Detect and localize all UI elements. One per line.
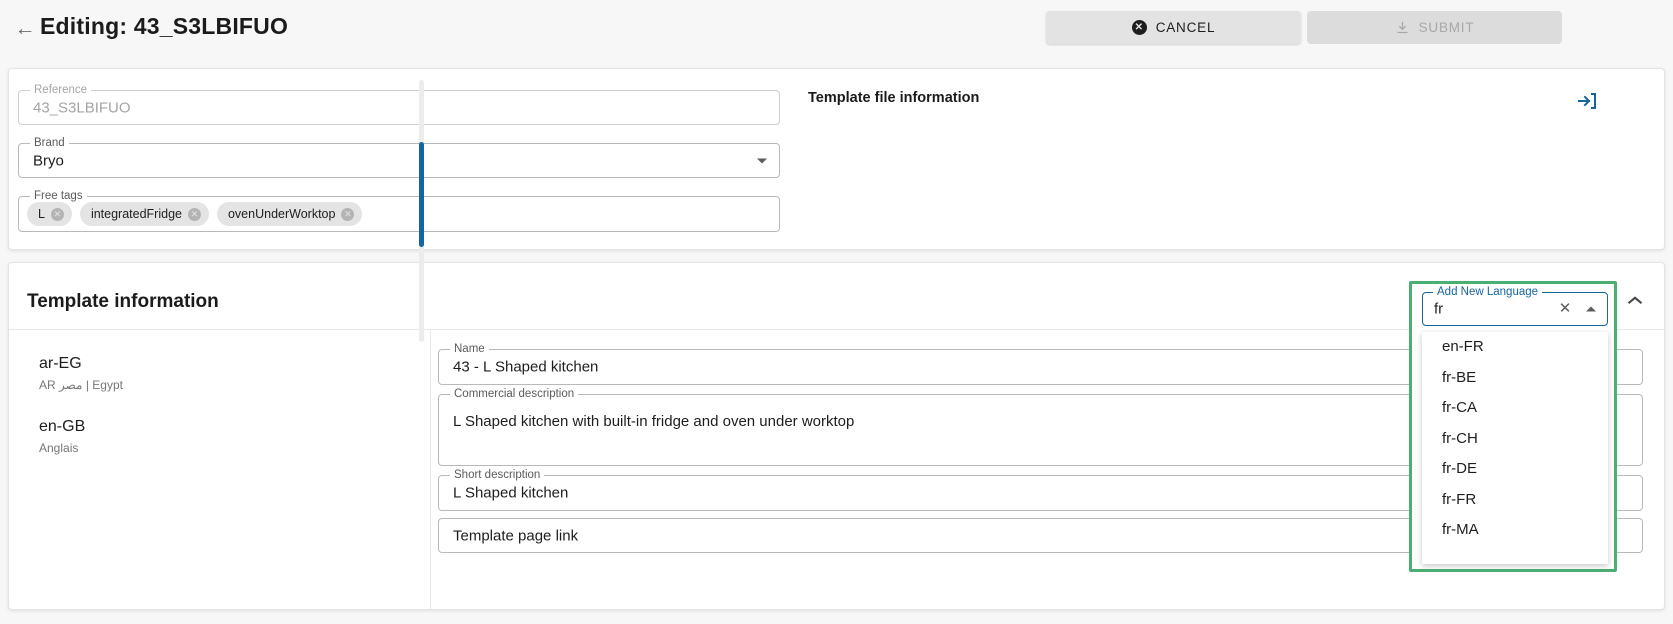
cancel-button-label: CANCEL	[1155, 20, 1216, 35]
commercial-description-label: Commercial description	[450, 388, 579, 400]
name-label: Name	[450, 343, 489, 355]
language-list: ar-EG AR مصر | Egypt en-GB Anglais	[39, 353, 399, 479]
submit-button[interactable]: SUBMIT	[1307, 11, 1562, 44]
back-arrow-icon[interactable]: ←	[14, 18, 36, 40]
cancel-circle-x-icon: ✕	[1131, 20, 1147, 35]
template-file-information-title: Template file information	[808, 90, 980, 106]
short-description-value: L Shaped kitchen	[453, 484, 569, 502]
language-list-item[interactable]: en-GB Anglais	[39, 416, 399, 457]
language-description: Anglais	[39, 441, 79, 455]
add-new-language-input[interactable]: fr	[1434, 301, 1443, 318]
reference-label: Reference	[30, 84, 92, 96]
free-tag-chip-label: ovenUnderWorktop	[227, 207, 336, 221]
language-option[interactable]: fr-FR	[1422, 485, 1608, 516]
chevron-down-icon[interactable]	[757, 158, 767, 163]
template-page-link-value: Template page link	[453, 527, 579, 544]
chevron-up-icon[interactable]	[1586, 306, 1596, 312]
free-tag-chip[interactable]: integratedFridge ✕	[79, 202, 209, 226]
cancel-button[interactable]: ✕ CANCEL	[1046, 11, 1301, 44]
remove-chip-icon[interactable]: ✕	[50, 207, 64, 221]
brand-value: Bryo	[33, 152, 64, 169]
section-title: Template information	[27, 291, 219, 312]
reference-value: 43_S3LBIFUO	[33, 99, 131, 116]
add-new-language-input-wrapper[interactable]: Add New Language fr ✕	[1422, 286, 1608, 326]
short-description-label: Short description	[450, 469, 545, 481]
brand-label: Brand	[30, 137, 69, 149]
language-option[interactable]: fr-MA	[1422, 515, 1608, 546]
reference-field[interactable]: Reference 43_S3LBIFUO	[18, 84, 780, 125]
enter-arrow-icon[interactable]	[1575, 89, 1599, 113]
free-tag-chip[interactable]: ovenUnderWorktop ✕	[216, 202, 363, 226]
submit-button-label: SUBMIT	[1418, 20, 1475, 35]
remove-chip-icon[interactable]: ✕	[341, 207, 355, 221]
language-description: AR مصر | Egypt	[39, 378, 123, 392]
language-option[interactable]: fr-CA	[1422, 393, 1608, 424]
language-list-item[interactable]: ar-EG AR مصر | Egypt	[39, 353, 399, 394]
add-new-language-dropdown[interactable]: Add New Language fr ✕ en-FR fr-BE fr-CA fr-…	[1409, 281, 1617, 572]
free-tag-chip-label: L	[38, 207, 45, 221]
language-option[interactable]: fr-DE	[1422, 454, 1608, 485]
column-divider	[430, 330, 431, 611]
language-option[interactable]: en-FR	[1422, 332, 1608, 363]
free-tags-label: Free tags	[30, 190, 87, 202]
commercial-description-value: L Shaped kitchen with built-in fridge an…	[453, 413, 855, 430]
clear-icon[interactable]: ✕	[1557, 301, 1573, 317]
language-scrollbar-thumb[interactable]	[419, 142, 424, 247]
name-value: 43 - L Shaped kitchen	[453, 358, 599, 376]
remove-chip-icon[interactable]: ✕	[187, 207, 201, 221]
free-tag-chip[interactable]: L ✕	[27, 202, 72, 226]
chevron-up-icon[interactable]	[1622, 288, 1648, 314]
top-bar: ← Editing: 43_S3LBIFUO ✕ CANCEL SUBMIT	[0, 0, 1673, 60]
language-options-panel: en-FR fr-BE fr-CA fr-CH fr-DE fr-FR fr-MA	[1422, 332, 1608, 564]
free-tags-field[interactable]: Free tags L ✕ integratedFridge ✕ ovenUnderWo…	[18, 190, 780, 232]
add-new-language-label: Add New Language	[1433, 286, 1543, 298]
language-option[interactable]: fr-CH	[1422, 424, 1608, 455]
page-title: Editing: 43_S3LBIFUO	[40, 13, 289, 39]
brand-select[interactable]: Brand Bryo	[18, 137, 780, 178]
free-tag-chip-label: integratedFridge	[90, 207, 182, 221]
language-code: ar-EG	[39, 355, 82, 372]
download-submit-icon	[1395, 20, 1410, 35]
language-option[interactable]: fr-BE	[1422, 363, 1608, 394]
language-code: en-GB	[39, 418, 86, 435]
free-tags-chip-list: L ✕ integratedFridge ✕ ovenUnderWorktop ✕	[27, 202, 363, 226]
